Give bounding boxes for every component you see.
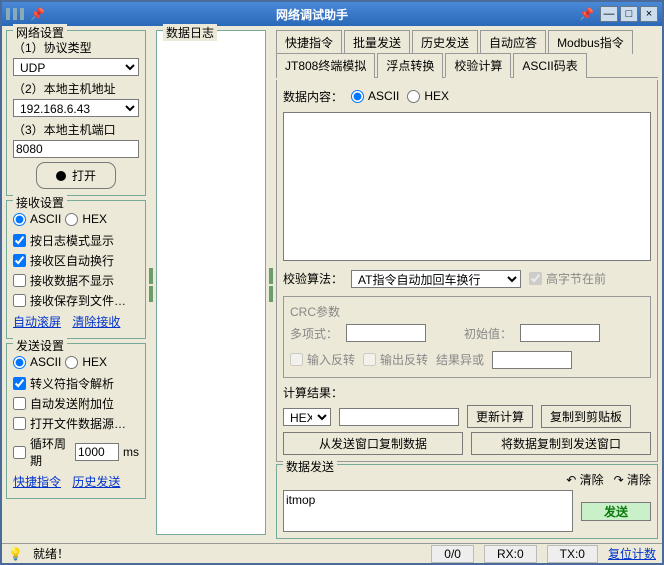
auto-append-check[interactable] — [13, 397, 26, 410]
host-label: （2）本地主机地址 — [13, 80, 139, 97]
data-content-textarea[interactable] — [283, 112, 651, 261]
history-send-link[interactable]: 历史发送 — [72, 473, 120, 490]
auto-scroll-link[interactable]: 自动滚屏 — [13, 313, 61, 330]
data-hex-radio[interactable] — [407, 90, 420, 103]
recv-hide-check[interactable] — [13, 274, 26, 287]
splitter-right[interactable] — [268, 30, 274, 539]
copy-clipboard-button[interactable]: 复制到剪贴板 — [541, 405, 631, 428]
recv-savefile-check[interactable] — [13, 294, 26, 307]
group-title: 网络设置 — [13, 24, 67, 41]
loop-period-input[interactable] — [75, 443, 119, 461]
send-ascii-radio[interactable] — [13, 356, 26, 369]
tab-float[interactable]: 浮点转换 — [377, 53, 443, 78]
in-rev-check — [290, 353, 303, 366]
tab-modbus[interactable]: Modbus指令 — [548, 30, 633, 54]
protocol-label: （1）协议类型 — [13, 39, 139, 56]
copy-from-send-button[interactable]: 从发送窗口复制数据 — [283, 432, 463, 455]
recv-hex-radio[interactable] — [65, 213, 78, 226]
group-title: 数据发送 — [283, 458, 337, 475]
init-label: 初始值： — [464, 325, 512, 342]
clear-left-icon[interactable]: ↶ 清除 — [566, 471, 603, 488]
recv-ascii-radio[interactable] — [13, 213, 26, 226]
data-log-panel: 数据日志 — [156, 30, 266, 535]
xor-input — [492, 351, 572, 369]
crc-params-section: CRC参数 多项式： 初始值： 输入反转 输出反转 结果异或 — [283, 296, 651, 378]
group-title: 数据日志 — [163, 24, 217, 41]
tab-history[interactable]: 历史发送 — [412, 30, 478, 54]
splitter-left[interactable] — [148, 30, 154, 539]
clear-right-icon[interactable]: ↷ 清除 — [614, 471, 651, 488]
recv-autowrap-check[interactable] — [13, 254, 26, 267]
group-title: 发送设置 — [13, 337, 67, 354]
send-button[interactable]: 发送 — [581, 502, 651, 521]
tab-checksum[interactable]: 校验计算 — [445, 53, 511, 78]
port-label: （3）本地主机端口 — [13, 121, 139, 138]
protocol-select[interactable]: UDP — [13, 58, 139, 76]
tab-content: 数据内容： ASCII HEX 校验算法： AT指令自动加回车换行 高字节在前 … — [276, 80, 658, 462]
pin-icon[interactable]: 📌 — [30, 7, 45, 21]
poly-label: 多项式： — [290, 325, 338, 342]
tab-jt808[interactable]: JT808终端模拟 — [276, 53, 375, 78]
open-file-source-check[interactable] — [13, 417, 26, 430]
maximize-button[interactable]: □ — [620, 6, 638, 22]
port-input[interactable] — [13, 140, 139, 158]
status-bar: 💡 就绪！ 0/0 RX:0 TX:0 复位计数 — [2, 543, 662, 563]
result-label: 计算结果： — [283, 384, 651, 401]
status-io: 0/0 — [431, 545, 474, 563]
highbyte-check — [529, 272, 542, 285]
tab-ascii-table[interactable]: ASCII码表 — [513, 53, 586, 78]
bulb-icon: 💡 — [8, 547, 23, 561]
receive-settings-group: 接收设置 ASCII HEX 按日志模式显示 接收区自动换行 接收数据不显示 接… — [6, 200, 146, 339]
data-ascii-radio[interactable] — [351, 90, 364, 103]
clear-recv-link[interactable]: 清除接收 — [72, 313, 120, 330]
status-tx: TX:0 — [547, 545, 598, 563]
escape-parse-check[interactable] — [13, 377, 26, 390]
out-rev-check — [363, 353, 376, 366]
host-select[interactable]: 192.168.6.43 — [13, 99, 139, 117]
status-dot-icon — [56, 171, 66, 181]
data-content-label: 数据内容： — [283, 88, 343, 105]
result-format-select[interactable]: HEX — [283, 408, 331, 426]
calc-button[interactable]: 更新计算 — [467, 405, 533, 428]
algo-select[interactable]: AT指令自动加回车换行 — [351, 270, 521, 288]
window-title: 网络调试助手 — [51, 6, 573, 23]
reset-count-link[interactable]: 复位计数 — [608, 545, 656, 562]
open-button[interactable]: 打开 — [36, 162, 116, 189]
data-send-group: 数据发送 ↶ 清除 ↷ 清除 itmop 发送 — [276, 464, 658, 539]
pin-right-icon[interactable]: 📌 — [579, 7, 594, 21]
copy-to-send-button[interactable]: 将数据复制到发送窗口 — [471, 432, 651, 455]
tab-batchsend[interactable]: 批量发送 — [344, 30, 410, 54]
status-ready: 就绪！ — [33, 545, 69, 562]
send-hex-radio[interactable] — [65, 356, 78, 369]
result-input[interactable] — [339, 408, 459, 426]
poly-input — [346, 324, 426, 342]
status-rx: RX:0 — [484, 545, 537, 563]
algo-label: 校验算法： — [283, 270, 343, 287]
tab-quickcmd[interactable]: 快捷指令 — [276, 30, 342, 54]
recv-logmode-check[interactable] — [13, 234, 26, 247]
loop-period-check[interactable] — [13, 446, 26, 459]
quick-cmd-link[interactable]: 快捷指令 — [13, 473, 61, 490]
tab-bar: 快捷指令 批量发送 历史发送 自动应答 Modbus指令 JT808终端模拟 浮… — [276, 30, 658, 78]
close-button[interactable]: × — [640, 6, 658, 22]
titlebar: 📌 网络调试助手 📌 — □ × — [2, 2, 662, 26]
tab-autoreply[interactable]: 自动应答 — [480, 30, 546, 54]
minimize-button[interactable]: — — [600, 6, 618, 22]
crc-title: CRC参数 — [290, 303, 644, 320]
xor-label: 结果异或 — [436, 351, 484, 368]
send-textarea[interactable]: itmop — [283, 490, 573, 532]
sysmenu-icon[interactable] — [6, 8, 24, 20]
send-settings-group: 发送设置 ASCII HEX 转义符指令解析 自动发送附加位 打开文件数据源… … — [6, 343, 146, 499]
init-input — [520, 324, 600, 342]
network-settings-group: 网络设置 （1）协议类型 UDP （2）本地主机地址 192.168.6.43 … — [6, 30, 146, 196]
group-title: 接收设置 — [13, 194, 67, 211]
